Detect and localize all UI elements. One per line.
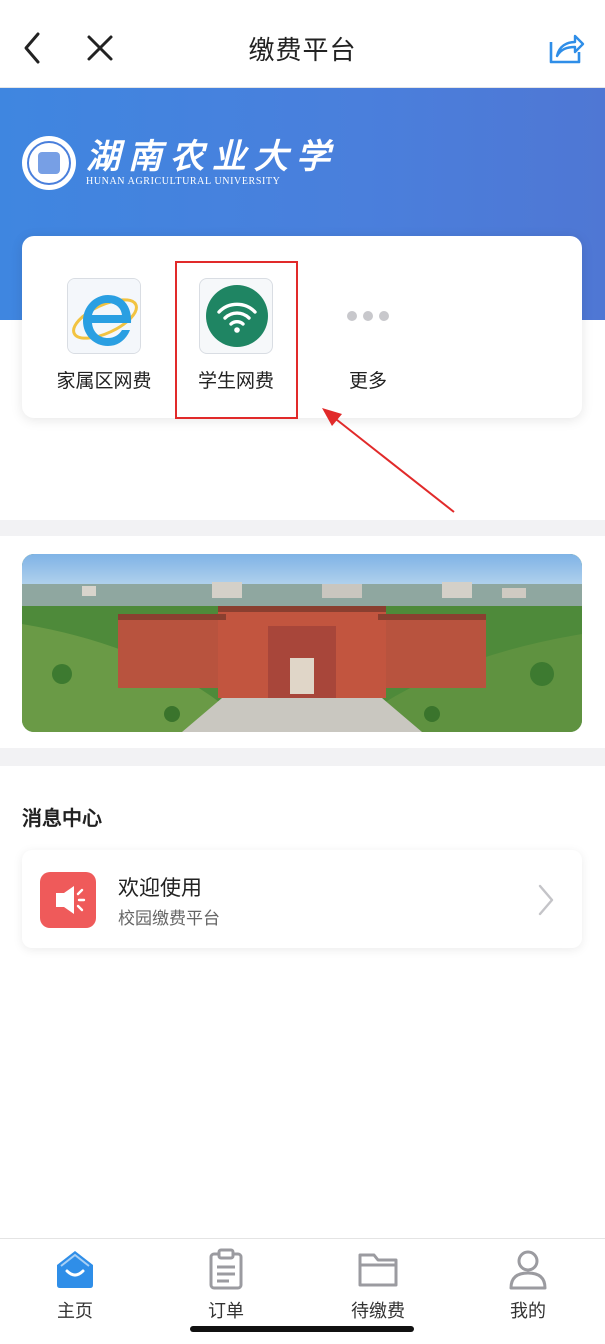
user-icon — [509, 1250, 547, 1290]
nav-label: 订单 — [208, 1301, 244, 1322]
annotation-highlight-box — [175, 261, 298, 419]
home-indicator — [190, 1326, 414, 1332]
logo-english-name: HUNAN AGRICULTURAL UNIVERSITY — [86, 176, 281, 187]
section-divider — [0, 520, 605, 536]
service-more[interactable]: 更多 — [308, 278, 428, 393]
chevron-right-icon — [538, 884, 554, 916]
nav-home[interactable]: 主页 — [25, 1247, 125, 1323]
message-center-title: 消息中心 — [22, 806, 102, 830]
more-dots-icon — [308, 278, 428, 354]
logo-chinese-name: 湖南农业大学 — [86, 137, 338, 177]
nav-label: 主页 — [57, 1301, 93, 1322]
ie-browser-icon — [67, 278, 141, 354]
nav-profile[interactable]: 我的 — [478, 1247, 578, 1323]
annotation-arrow-icon — [322, 408, 455, 513]
university-logo: 湖南农业大学 HUNAN AGRICULTURAL UNIVERSITY — [22, 136, 338, 190]
service-grid: 家属区网费 学生网费 更多 — [22, 236, 582, 418]
service-label: 更多 — [348, 370, 387, 392]
nav-label: 我的 — [510, 1301, 546, 1322]
nav-pending-payment[interactable]: 待缴费 — [328, 1247, 428, 1323]
message-title: 欢迎使用 — [118, 876, 202, 900]
university-seal-icon — [22, 136, 76, 190]
share-icon[interactable] — [545, 30, 585, 66]
page: 缴费平台 湖南农业大学 HUNAN AGRICULTURAL UNIVERSIT… — [0, 0, 605, 1344]
message-subtitle: 校园缴费平台 — [118, 909, 220, 929]
page-title: 缴费平台 — [248, 36, 357, 66]
nav-label: 待缴费 — [351, 1301, 405, 1322]
speaker-icon — [40, 872, 96, 928]
section-divider — [0, 748, 605, 766]
home-icon — [57, 1251, 93, 1288]
message-item[interactable]: 欢迎使用 校园缴费平台 — [22, 850, 582, 948]
clipboard-icon — [209, 1248, 243, 1290]
top-bar: 缴费平台 — [0, 0, 605, 88]
campus-photo[interactable] — [22, 554, 582, 732]
service-family-network-fee[interactable]: 家属区网费 — [44, 278, 164, 393]
service-label: 家属区网费 — [56, 370, 152, 392]
folder-icon — [358, 1253, 398, 1287]
nav-orders[interactable]: 订单 — [176, 1247, 276, 1323]
